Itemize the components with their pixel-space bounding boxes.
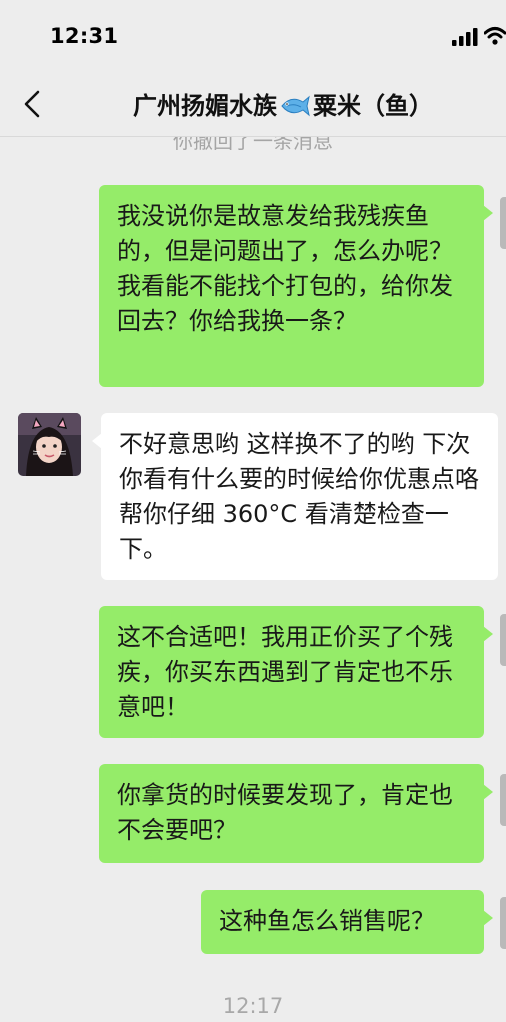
self-avatar[interactable] xyxy=(500,897,506,949)
peer-avatar[interactable] xyxy=(18,413,81,476)
self-avatar[interactable] xyxy=(500,197,506,249)
back-chevron-left-icon[interactable] xyxy=(22,90,44,118)
chat-title-suffix: 粟米（鱼） xyxy=(313,92,433,120)
message-bubble-self[interactable]: 我没说你是故意发给我残疾鱼的，但是问题出了，怎么办呢？我看能不能找个打包的，给你… xyxy=(99,185,493,387)
signal-icon xyxy=(452,28,480,50)
message-bubble-self[interactable]: 你拿货的时候要发现了，肯定也不会要吧？ xyxy=(99,764,493,863)
status-bar: 12:31 xyxy=(0,0,506,72)
chat-title: 广州扬媚水族 粟米（鱼） xyxy=(70,86,496,121)
status-time: 12:31 xyxy=(50,24,119,48)
chat-title-name: 广州扬媚水族 xyxy=(133,92,277,120)
nav-bar: 广州扬媚水族 粟米（鱼） xyxy=(0,72,506,137)
wifi-icon xyxy=(483,26,506,50)
self-avatar[interactable] xyxy=(500,614,506,666)
message-bubble-peer[interactable]: 不好意思哟 这样换不了的哟 下次你看有什么要的时候给你优惠点咯 帮你仔细 360… xyxy=(92,413,498,580)
message-bubble-self[interactable]: 这不合适吧！我用正价买了个残疾，你买东西遇到了肯定也不乐意吧！ xyxy=(99,606,493,738)
chat-area[interactable]: 你撤回了一条消息 我没说你是故意发给我残疾鱼的，但是问题出了，怎么办呢？我看能不… xyxy=(0,129,506,1022)
message-bubble-self[interactable]: 这种鱼怎么销售呢？ xyxy=(201,890,493,954)
self-avatar[interactable] xyxy=(500,774,506,826)
message-timestamp: 12:17 xyxy=(222,994,284,1018)
fish-emoji-icon xyxy=(279,94,311,118)
